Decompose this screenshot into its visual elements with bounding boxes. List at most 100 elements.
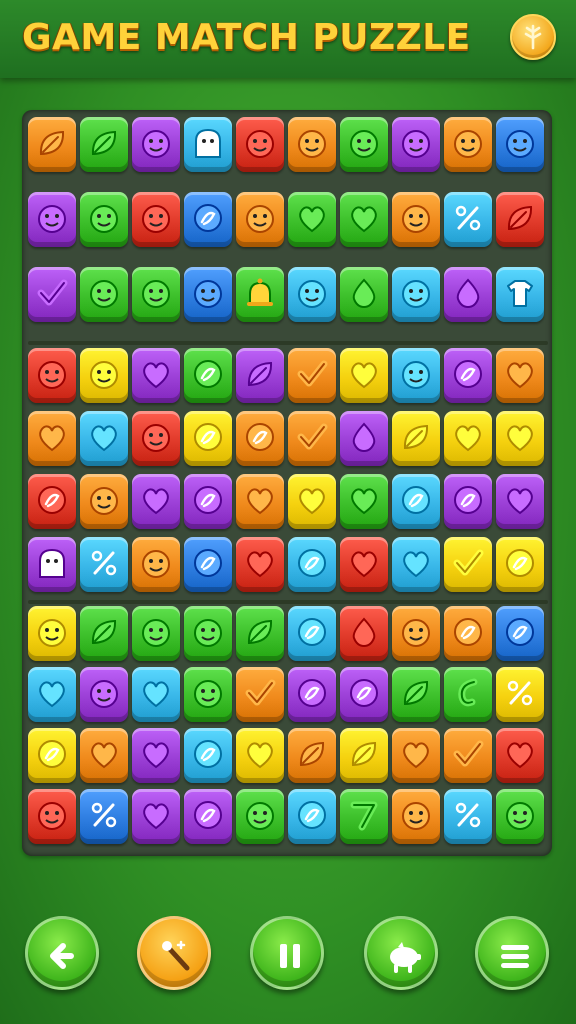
tile[interactable] (28, 192, 76, 247)
tile[interactable] (236, 267, 284, 322)
tile[interactable] (184, 192, 232, 247)
tile[interactable] (236, 411, 284, 466)
tile[interactable] (236, 117, 284, 172)
tile[interactable] (288, 789, 336, 844)
tile[interactable] (496, 474, 544, 529)
tile[interactable] (80, 474, 128, 529)
tile[interactable] (392, 474, 440, 529)
tile[interactable] (392, 348, 440, 403)
tile[interactable] (132, 267, 180, 322)
tile[interactable] (80, 117, 128, 172)
tile[interactable] (132, 537, 180, 592)
tile[interactable] (288, 728, 336, 783)
tile[interactable] (288, 117, 336, 172)
shuffle-button[interactable] (364, 916, 438, 990)
tile[interactable] (288, 411, 336, 466)
tile[interactable] (28, 411, 76, 466)
tile[interactable] (288, 606, 336, 661)
tile[interactable] (496, 606, 544, 661)
tile[interactable] (340, 667, 388, 722)
tile[interactable] (288, 267, 336, 322)
tile[interactable] (340, 267, 388, 322)
tile[interactable] (80, 789, 128, 844)
menu-button[interactable] (475, 916, 549, 990)
tile[interactable] (80, 537, 128, 592)
tile[interactable] (392, 537, 440, 592)
tile[interactable] (132, 348, 180, 403)
tile[interactable] (444, 537, 492, 592)
tile[interactable] (444, 667, 492, 722)
tile[interactable] (184, 411, 232, 466)
tile[interactable] (132, 728, 180, 783)
tile[interactable] (28, 606, 76, 661)
tile[interactable] (444, 192, 492, 247)
tile[interactable] (340, 728, 388, 783)
tile[interactable] (80, 192, 128, 247)
tile[interactable] (496, 667, 544, 722)
tile[interactable] (132, 606, 180, 661)
tile[interactable] (132, 474, 180, 529)
tile[interactable] (132, 192, 180, 247)
tile[interactable] (288, 348, 336, 403)
pause-button[interactable] (250, 916, 324, 990)
tile[interactable] (496, 728, 544, 783)
tile[interactable] (392, 789, 440, 844)
tile[interactable] (236, 728, 284, 783)
tile[interactable] (80, 606, 128, 661)
tile[interactable] (28, 728, 76, 783)
back-button[interactable] (25, 916, 99, 990)
tile[interactable] (392, 117, 440, 172)
tile[interactable] (28, 474, 76, 529)
tile[interactable] (184, 789, 232, 844)
tile[interactable] (288, 192, 336, 247)
tile[interactable] (340, 474, 388, 529)
tile[interactable] (236, 606, 284, 661)
tile[interactable] (340, 537, 388, 592)
hint-button[interactable] (137, 916, 211, 990)
tile[interactable] (444, 411, 492, 466)
tile[interactable] (184, 474, 232, 529)
tile[interactable] (236, 348, 284, 403)
tile[interactable] (444, 474, 492, 529)
tile[interactable] (184, 606, 232, 661)
tile[interactable] (184, 267, 232, 322)
tile[interactable] (288, 537, 336, 592)
tile[interactable] (496, 192, 544, 247)
tile[interactable] (340, 606, 388, 661)
tile[interactable] (80, 411, 128, 466)
tile[interactable] (28, 267, 76, 322)
tile[interactable] (132, 117, 180, 172)
tile[interactable] (28, 537, 76, 592)
tile[interactable] (236, 667, 284, 722)
tile[interactable] (392, 667, 440, 722)
tile[interactable] (80, 348, 128, 403)
tile[interactable] (496, 789, 544, 844)
tile[interactable] (288, 667, 336, 722)
tile[interactable] (444, 117, 492, 172)
tile[interactable] (28, 667, 76, 722)
tile[interactable] (392, 411, 440, 466)
tile[interactable] (340, 411, 388, 466)
tile[interactable] (184, 537, 232, 592)
tile[interactable] (80, 728, 128, 783)
tile[interactable] (444, 348, 492, 403)
tile[interactable] (444, 606, 492, 661)
tile[interactable] (496, 411, 544, 466)
tile[interactable] (236, 192, 284, 247)
tile[interactable] (340, 348, 388, 403)
tile[interactable] (236, 789, 284, 844)
tile[interactable] (236, 474, 284, 529)
tile[interactable] (80, 267, 128, 322)
tile[interactable] (28, 117, 76, 172)
tile[interactable] (496, 348, 544, 403)
tile[interactable] (80, 667, 128, 722)
tile[interactable] (132, 789, 180, 844)
tile[interactable] (132, 411, 180, 466)
tile[interactable] (340, 117, 388, 172)
tile[interactable] (392, 192, 440, 247)
tile[interactable] (288, 474, 336, 529)
coin-button[interactable] (510, 14, 556, 60)
tile[interactable] (340, 789, 388, 844)
tile[interactable] (392, 267, 440, 322)
tile[interactable] (184, 667, 232, 722)
